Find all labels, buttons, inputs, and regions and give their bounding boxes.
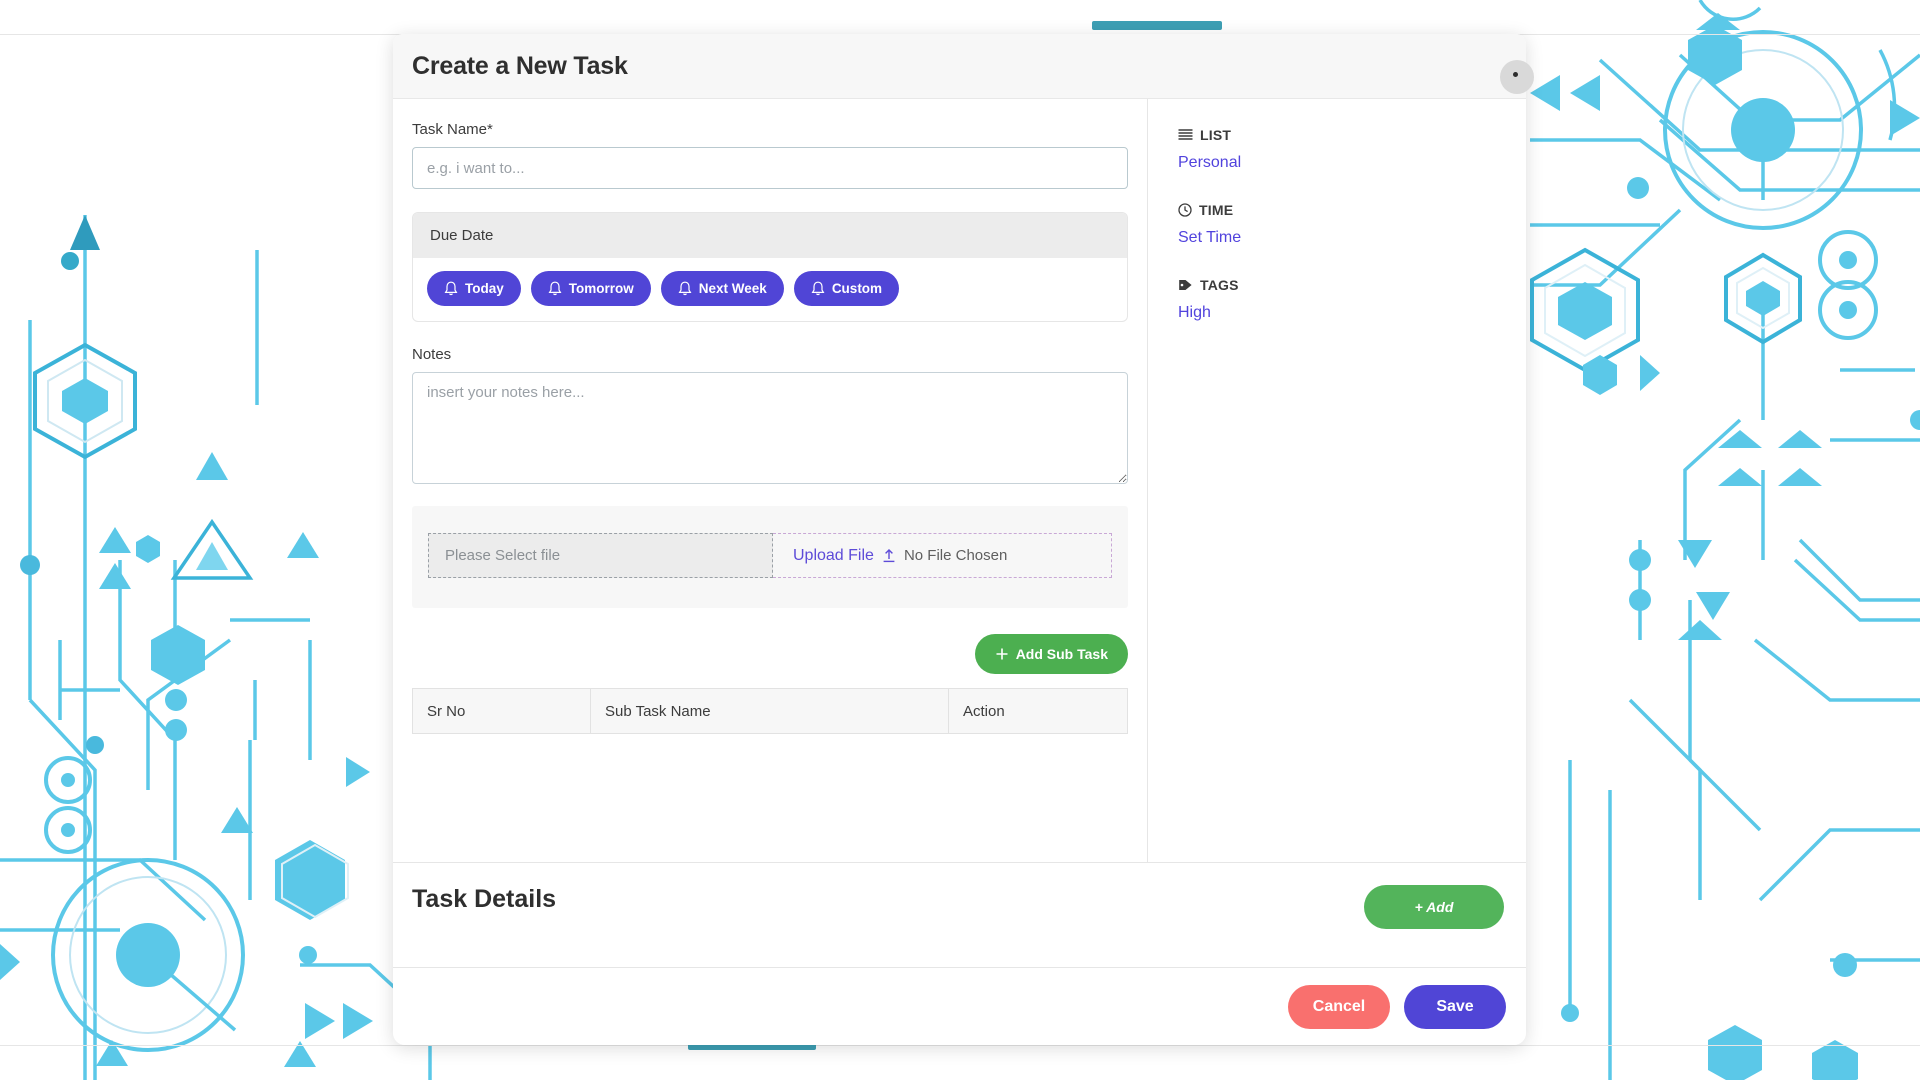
list-icon bbox=[1178, 128, 1193, 140]
notes-label: Notes bbox=[412, 346, 452, 363]
due-date-panel: Due Date Today Tomorrow Next Week Custom bbox=[412, 212, 1128, 322]
upload-arrow-icon bbox=[883, 548, 895, 562]
file-select-input[interactable]: Please Select file bbox=[428, 533, 773, 578]
page-divider-bottom bbox=[0, 1045, 1920, 1047]
app-root: Create a New Task Task Name* Due Date bbox=[0, 0, 1920, 1080]
modal-footer: Cancel Save bbox=[393, 967, 1526, 1045]
bell-icon bbox=[811, 281, 825, 295]
meta-tags-value[interactable]: High bbox=[1178, 304, 1211, 322]
meta-list-value[interactable]: Personal bbox=[1178, 154, 1241, 172]
no-file-chosen-text: No File Chosen bbox=[903, 547, 1008, 564]
tag-icon bbox=[1179, 280, 1192, 290]
add-sub-task-button[interactable]: Add Sub Task bbox=[974, 634, 1128, 674]
meta-group-time: TIME Set Time bbox=[1178, 202, 1526, 247]
bell-icon bbox=[444, 281, 458, 295]
meta-group-list: LIST Personal bbox=[1178, 127, 1526, 172]
bell-icon bbox=[678, 281, 692, 295]
chip-label: Next Week bbox=[698, 281, 767, 296]
meta-list-header: LIST bbox=[1178, 127, 1526, 143]
due-date-label: Due Date bbox=[413, 213, 1127, 258]
save-button[interactable]: Save bbox=[1404, 984, 1506, 1029]
task-details-section: Task Details + Add bbox=[393, 862, 1526, 967]
due-date-chip-next-week[interactable]: Next Week bbox=[660, 271, 784, 306]
due-date-chip-custom[interactable]: Custom bbox=[793, 271, 900, 306]
column-header-action: Action bbox=[948, 688, 1128, 734]
chip-label: Today bbox=[465, 281, 504, 296]
add-sub-task-label: Add Sub Task bbox=[1015, 646, 1108, 662]
file-drop-zone[interactable]: Upload File No File Chosen bbox=[773, 533, 1112, 578]
meta-time-value[interactable]: Set Time bbox=[1178, 229, 1241, 247]
task-name-input[interactable] bbox=[412, 147, 1128, 189]
meta-group-tags: TAGS High bbox=[1178, 277, 1526, 322]
chip-label: Custom bbox=[831, 281, 883, 296]
page-title: Create a New Task bbox=[412, 51, 628, 80]
bell-icon bbox=[548, 281, 562, 295]
column-header-sub-task-name: Sub Task Name bbox=[590, 688, 949, 734]
meta-time-title: TIME bbox=[1199, 202, 1234, 218]
column-header-sr-no: Sr No bbox=[412, 688, 591, 734]
create-task-modal: Create a New Task Task Name* Due Date bbox=[393, 34, 1534, 1045]
due-date-chip-today[interactable]: Today bbox=[427, 271, 521, 306]
task-form-column: Task Name* Due Date Today bbox=[393, 99, 1148, 862]
upload-file-link[interactable]: Upload File bbox=[793, 547, 874, 565]
task-meta-column: LIST Personal TIME Set Time TAGS High bbox=[1148, 99, 1526, 862]
clock-icon bbox=[1178, 203, 1192, 217]
add-subtask-row: Add Sub Task bbox=[412, 634, 1128, 674]
close-icon[interactable] bbox=[1500, 60, 1534, 94]
meta-tags-title: TAGS bbox=[1200, 277, 1239, 293]
file-upload-panel: Please Select file Upload File No File C… bbox=[412, 506, 1128, 608]
chip-label: Tomorrow bbox=[568, 281, 634, 296]
meta-time-header: TIME bbox=[1178, 202, 1526, 218]
task-details-add-button[interactable]: + Add bbox=[1364, 885, 1504, 929]
plus-icon bbox=[996, 648, 1008, 660]
modal-body: Task Name* Due Date Today bbox=[393, 99, 1526, 862]
notes-input[interactable] bbox=[412, 372, 1128, 484]
background-teal-bar-top bbox=[1092, 21, 1222, 30]
modal-header: Create a New Task bbox=[393, 34, 1526, 99]
due-date-chip-tomorrow[interactable]: Tomorrow bbox=[530, 271, 651, 306]
task-details-title: Task Details bbox=[412, 885, 557, 913]
task-name-label: Task Name* bbox=[412, 121, 493, 138]
table-header-row: Sr No Sub Task Name Action bbox=[412, 688, 1128, 734]
meta-list-title: LIST bbox=[1200, 127, 1232, 143]
due-date-chip-group: Today Tomorrow Next Week Custom bbox=[413, 258, 1127, 321]
file-upload-row: Please Select file Upload File No File C… bbox=[428, 533, 1112, 578]
sub-task-table: Sr No Sub Task Name Action bbox=[412, 688, 1128, 734]
cancel-button[interactable]: Cancel bbox=[1288, 984, 1390, 1029]
meta-tags-header: TAGS bbox=[1178, 277, 1526, 293]
